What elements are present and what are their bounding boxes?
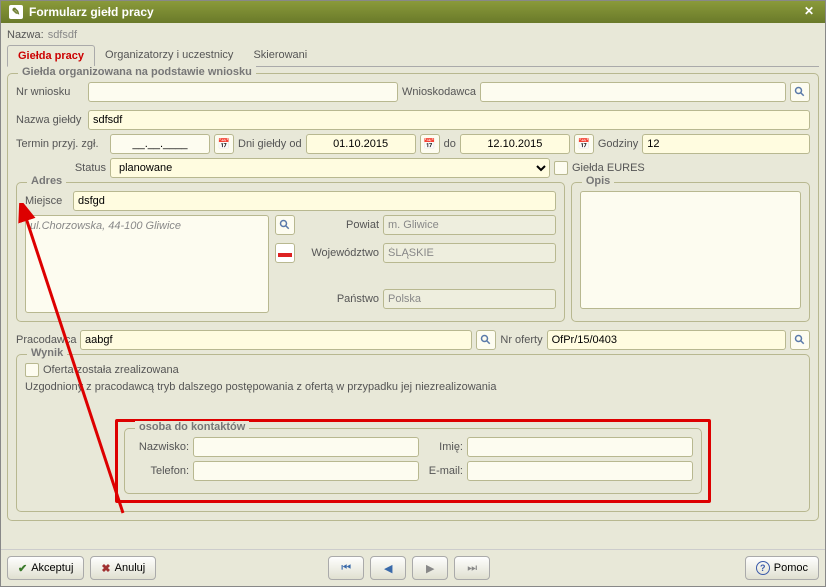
do-label: do [444,138,456,150]
termin-calendar-icon[interactable]: 📅 [214,134,234,154]
eures-checkbox[interactable] [554,161,568,175]
do-input[interactable] [460,134,570,154]
next-icon: ▶ [426,562,434,575]
nazwa-gieldy-label: Nazwa giełdy [16,114,84,126]
fieldset-wynik: Wynik Oferta została zrealizowana Uzgodn… [16,354,810,512]
nr-oferty-lookup-icon[interactable] [790,330,810,350]
app-icon: ✎ [9,5,23,19]
godziny-input[interactable] [642,134,810,154]
woj-label: Województwo [299,247,379,259]
pracodawca-label: Pracodawca [16,334,76,346]
akceptuj-button[interactable]: ✔Akceptuj [7,556,84,580]
powiat-label: Powiat [299,219,379,231]
email-label: E-mail: [423,465,463,477]
titlebar: ✎ Formularz giełd pracy ✕ [1,1,825,23]
cancel-icon: ✖ [101,562,110,575]
anuluj-button[interactable]: ✖Anuluj [90,556,156,580]
status-select[interactable]: planowane [110,158,550,178]
woj-input [383,243,556,263]
nav-last-button[interactable]: ⏭ [454,556,490,580]
nr-wniosku-label: Nr wniosku [16,86,84,98]
nav-next-button[interactable]: ▶ [412,556,448,580]
tab-bar: Giełda pracy Organizatorzy i uczestnicy … [7,45,819,67]
powiat-input [383,215,556,235]
fieldset-kontakt: osoba do kontaktów Nazwisko: Imię: Telef… [124,428,702,494]
telefon-input[interactable] [193,461,419,481]
pomoc-button[interactable]: ?Pomoc [745,556,819,580]
dni-od-label: Dni giełdy od [238,138,302,150]
kontakt-title: osoba do kontaktów [135,421,249,433]
check-icon: ✔ [18,562,27,575]
fieldset-title: Giełda organizowana na podstawie wniosku [18,66,256,78]
window-title: Formularz giełd pracy [29,5,154,19]
footer: ✔Akceptuj ✖Anuluj ⏮ ◀ ▶ ⏭ ?Pomoc [1,549,825,586]
pracodawca-input[interactable] [80,330,472,350]
nazwa-value: sdfsdf [48,29,77,41]
tab-gielda-pracy[interactable]: Giełda pracy [7,45,95,67]
close-icon[interactable]: ✕ [801,4,817,20]
prev-icon: ◀ [384,562,392,575]
panstwo-input [383,289,556,309]
tryb-label: Uzgodniony z pracodawcą tryb dalszego po… [25,381,801,393]
help-icon: ? [756,561,770,575]
miejsce-input[interactable] [73,191,556,211]
first-icon: ⏮ [341,562,351,575]
imie-label: Imię: [423,441,463,453]
nazwa-label: Nazwa: [7,29,44,41]
nav-first-button[interactable]: ⏮ [328,556,364,580]
nav-prev-button[interactable]: ◀ [370,556,406,580]
fieldset-opis: Opis [571,182,810,322]
opis-textarea[interactable] [580,191,801,309]
tab-organizatorzy[interactable]: Organizatorzy i uczestnicy [95,45,243,66]
nazwisko-label: Nazwisko: [133,441,189,453]
panstwo-label: Państwo [299,293,379,305]
addr-lookup-icon[interactable] [275,215,295,235]
fieldset-adres: Adres Miejsce ul.Chorzowska, 44-100 Gliw… [16,182,565,322]
highlight-box: osoba do kontaktów Nazwisko: Imię: Telef… [115,419,711,503]
realized-label: Oferta została zrealizowana [43,364,179,376]
nr-wniosku-input[interactable] [88,82,398,102]
fieldset-gielda-podstawa: Giełda organizowana na podstawie wniosku… [7,73,819,521]
pracodawca-lookup-icon[interactable] [476,330,496,350]
last-icon: ⏭ [467,562,477,575]
address-text: ul.Chorzowska, 44-100 Gliwice [25,215,269,313]
opis-title: Opis [582,175,614,187]
termin-input[interactable] [110,134,210,154]
telefon-label: Telefon: [133,465,189,477]
termin-label: Termin przyj. zgł. [16,138,106,150]
status-label: Status [16,162,106,174]
wnioskodawca-label: Wnioskodawca [402,86,476,98]
imie-input[interactable] [467,437,693,457]
tab-skierowani[interactable]: Skierowani [243,45,317,66]
wnioskodawca-input[interactable] [480,82,786,102]
wnioskodawca-lookup-icon[interactable] [790,82,810,102]
nr-oferty-input[interactable] [547,330,786,350]
eures-label: Giełda EURES [572,162,645,174]
wynik-title: Wynik [27,347,67,359]
nr-oferty-label: Nr oferty [500,334,542,346]
godziny-label: Godziny [598,138,638,150]
adres-title: Adres [27,175,66,187]
dni-od-input[interactable] [306,134,416,154]
flag-icon[interactable] [275,243,295,263]
nazwa-gieldy-input[interactable] [88,110,810,130]
do-calendar-icon[interactable]: 📅 [574,134,594,154]
email-input[interactable] [467,461,693,481]
miejsce-label: Miejsce [25,195,69,207]
realized-checkbox[interactable] [25,363,39,377]
dni-od-calendar-icon[interactable]: 📅 [420,134,440,154]
nazwisko-input[interactable] [193,437,419,457]
